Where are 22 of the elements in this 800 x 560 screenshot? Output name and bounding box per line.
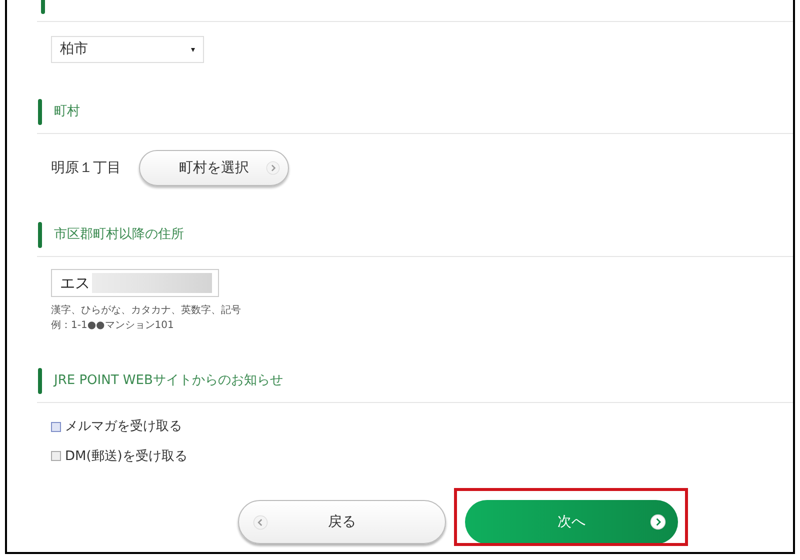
section-title: 市区郡町村以降の住所 [54, 226, 184, 244]
hint-text: 例：1-1●●マンション101 [51, 320, 175, 332]
town-value: 明原１丁目 [51, 158, 121, 178]
checkbox[interactable] [51, 451, 61, 462]
section-title: 町村 [54, 103, 80, 122]
back-button[interactable]: 戻る [238, 500, 446, 544]
section-title: JRE POINT WEBサイトからのお知らせ [54, 372, 283, 390]
dropdown-caret-icon [191, 48, 195, 52]
select-town-button[interactable]: 町村を選択 [139, 150, 289, 186]
section-marker [38, 99, 42, 125]
checkbox-option[interactable]: メルマガを受け取る [51, 417, 182, 436]
chevron-right-icon [266, 161, 280, 175]
section-marker [38, 368, 42, 394]
address-input[interactable]: エス [51, 269, 219, 297]
checkbox[interactable] [51, 422, 61, 432]
chevron-right-icon [650, 514, 666, 530]
hint-text: 漢字、ひらがな、カタカナ、英数字、記号 [51, 305, 242, 317]
chevron-left-icon [253, 515, 268, 530]
section-marker [38, 222, 42, 248]
city-select[interactable]: 柏市 [51, 36, 204, 63]
next-button[interactable]: 次へ [465, 500, 678, 544]
checkbox-option[interactable]: DM(郵送)を受け取る [51, 446, 188, 466]
